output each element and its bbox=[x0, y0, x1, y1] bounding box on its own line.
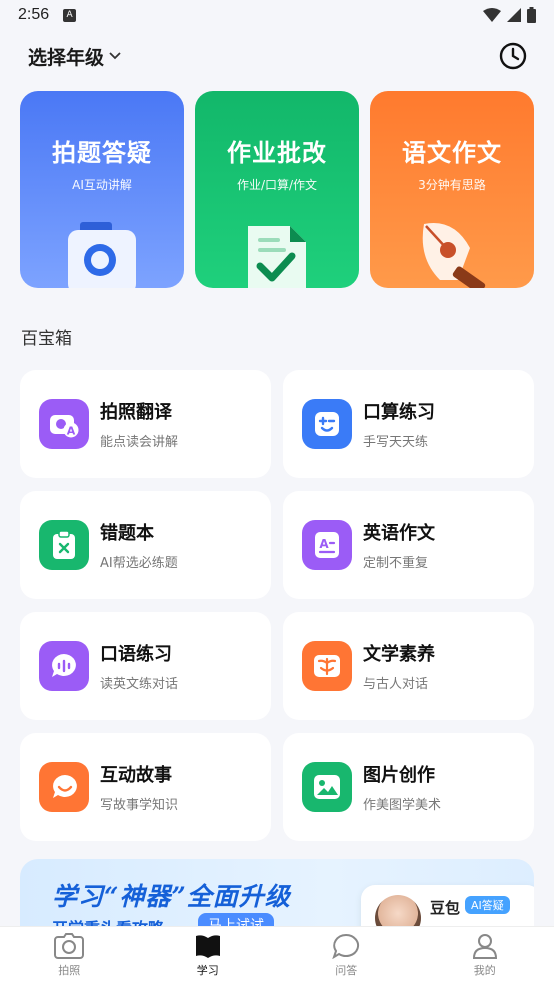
tool-interactive-story[interactable]: 互动故事写故事学知识 bbox=[20, 733, 271, 841]
chat-icon bbox=[332, 933, 360, 959]
tool-desc: 定制不重复 bbox=[363, 556, 429, 571]
status-icons bbox=[483, 7, 536, 23]
tab-label: 拍照 bbox=[58, 964, 81, 977]
hero-card-title: 作业批改 bbox=[227, 138, 327, 167]
hero-card-subtitle: 作业/口算/作文 bbox=[236, 178, 318, 192]
camera-illustration-icon bbox=[68, 222, 136, 288]
battery-icon bbox=[527, 7, 536, 23]
mental-math-icon bbox=[302, 399, 352, 449]
hero-card-title: 拍题答疑 bbox=[52, 138, 152, 167]
history-clock-icon[interactable] bbox=[498, 41, 528, 71]
smile-chat-icon bbox=[39, 762, 89, 812]
tool-image-creation[interactable]: 图片创作作美图学美术 bbox=[283, 733, 534, 841]
status-time: 2:56 bbox=[18, 6, 50, 23]
toolbox-title: 百宝箱 bbox=[21, 329, 72, 349]
wifi-icon bbox=[483, 8, 501, 22]
tab-label: 问答 bbox=[335, 964, 358, 977]
book-icon bbox=[195, 935, 220, 958]
tool-name: 口算练习 bbox=[363, 402, 435, 423]
grade-selector[interactable]: 选择年级 bbox=[28, 43, 122, 70]
tool-english-essay[interactable]: A 英语作文定制不重复 bbox=[283, 491, 534, 599]
hero-card-photo-qa[interactable]: 拍题答疑 AI互动讲解 bbox=[20, 91, 184, 288]
speech-bubble-icon bbox=[39, 641, 89, 691]
image-icon bbox=[302, 762, 352, 812]
photo-translate-icon: A bbox=[39, 399, 89, 449]
hero-card-homework-check[interactable]: 作业批改 作业/口算/作文 bbox=[195, 91, 359, 288]
bottom-tab-bar: 拍照 学习 问答 我的 bbox=[0, 926, 554, 984]
tool-photo-translate[interactable]: A 拍照翻译能点读会讲解 bbox=[20, 370, 271, 478]
tab-camera[interactable]: 拍照 bbox=[0, 927, 139, 984]
hero-card-chinese-essay[interactable]: 语文作文 3分钟有思路 bbox=[370, 91, 534, 288]
tab-profile[interactable]: 我的 bbox=[416, 927, 554, 984]
hero-card-subtitle: 3分钟有思路 bbox=[418, 178, 486, 192]
status-bar: 2:56 A bbox=[0, 0, 554, 30]
tab-label: 学习 bbox=[196, 964, 219, 977]
tool-mental-math[interactable]: 口算练习 手写天天练 bbox=[283, 370, 534, 478]
banner-title: 学习“神器”全面升级 bbox=[52, 882, 291, 911]
hero-cards: 拍题答疑 AI互动讲解 作业批改 作业/口算/作文 语文作文 3分钟有思路 bbox=[20, 91, 534, 288]
tool-desc: AI帮选必练题 bbox=[100, 556, 178, 571]
camera-icon bbox=[54, 933, 85, 959]
tool-literacy[interactable]: 文学素养 与古人对话 bbox=[283, 612, 534, 720]
document-check-illustration-icon bbox=[248, 226, 306, 288]
tab-study[interactable]: 学习 bbox=[139, 927, 278, 984]
grade-selector-label: 选择年级 bbox=[28, 46, 105, 69]
open-book-icon bbox=[302, 641, 352, 691]
tool-name: 错题本 bbox=[100, 523, 154, 544]
svg-text:A: A bbox=[319, 537, 329, 551]
tool-desc: 与古人对话 bbox=[363, 677, 429, 692]
english-essay-icon: A bbox=[302, 520, 352, 570]
tool-name: 口语练习 bbox=[100, 644, 172, 665]
chevron-down-icon bbox=[109, 52, 121, 60]
pen-nib-illustration-icon bbox=[422, 223, 486, 288]
tool-wrong-questions[interactable]: 错题本 AI帮选必练题 bbox=[20, 491, 271, 599]
tool-name: 图片创作 bbox=[363, 765, 435, 786]
tool-desc: 读英文练对话 bbox=[100, 677, 179, 692]
tool-name: 拍照翻译 bbox=[100, 402, 172, 423]
signal-icon bbox=[507, 8, 521, 22]
hero-card-subtitle: AI互动讲解 bbox=[72, 178, 132, 192]
tool-desc: 作美图学美术 bbox=[363, 798, 442, 813]
notification-a-icon: A bbox=[63, 8, 77, 22]
tool-name: 互动故事 bbox=[100, 765, 172, 786]
svg-text:A: A bbox=[67, 425, 76, 438]
bot-name: 豆包 bbox=[430, 899, 461, 917]
header: 选择年级 bbox=[0, 36, 554, 76]
tool-desc: 能点读会讲解 bbox=[100, 435, 179, 450]
tool-name: 英语作文 bbox=[363, 523, 435, 544]
tab-qa[interactable]: 问答 bbox=[277, 927, 416, 984]
clipboard-x-icon bbox=[39, 520, 89, 570]
user-icon bbox=[472, 934, 497, 959]
tool-desc: 写故事学知识 bbox=[100, 798, 179, 813]
tool-oral-practice[interactable]: 口语练习读英文练对话 bbox=[20, 612, 271, 720]
toolbox-grid: A 拍照翻译能点读会讲解 口算练习手写天天练 错题本 AI帮选必练题 A 英语作文… bbox=[20, 370, 534, 841]
tab-label: 我的 bbox=[473, 964, 496, 977]
tool-desc: 手写天天练 bbox=[363, 435, 429, 450]
hero-card-title: 语文作文 bbox=[402, 138, 502, 167]
tool-name: 文学素养 bbox=[363, 644, 435, 665]
bot-tag: AI答疑 bbox=[465, 896, 510, 914]
